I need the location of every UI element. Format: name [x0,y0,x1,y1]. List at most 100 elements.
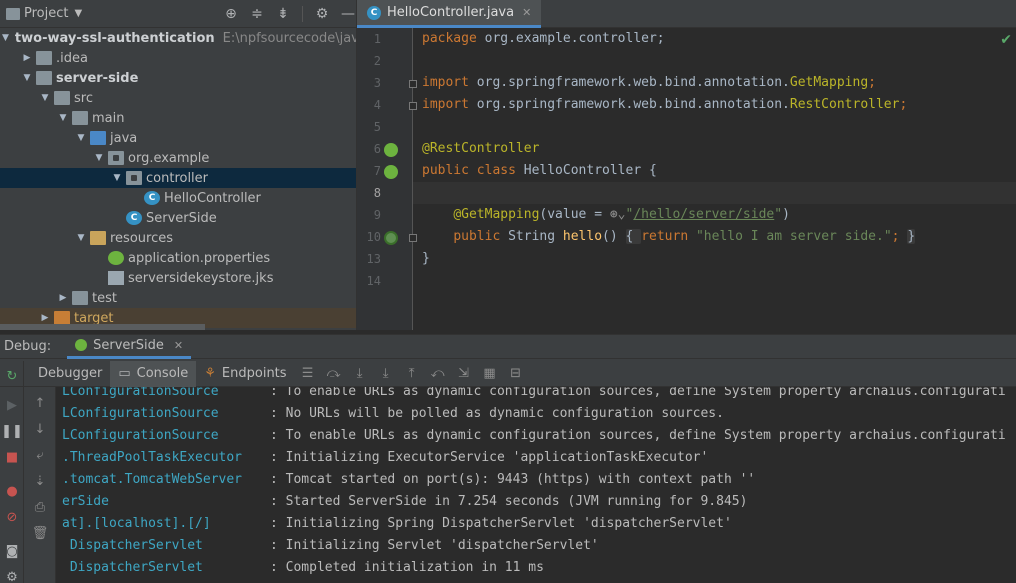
chevron-down-icon[interactable]: ▼ [92,153,106,163]
chevron-down-icon[interactable]: ▼ [74,233,88,243]
locate-icon[interactable]: ⊕ [222,5,240,23]
debugger-tab-label: Debugger [38,366,103,381]
chevron-down-icon[interactable]: ▼ [38,93,52,103]
fold-marker-icon[interactable] [409,80,417,88]
collapse-all-icon[interactable]: ⇟ [274,5,292,23]
trash-icon[interactable]: 🗑 [32,525,49,541]
step-over-icon[interactable]: ⤼ [326,366,342,382]
tree-item-label: java [110,130,138,146]
step-out-icon[interactable]: ⤒ [404,366,420,382]
chevron-right-icon[interactable]: ▶ [20,53,34,63]
tree-item[interactable]: C HelloController [0,188,356,208]
settings-icon[interactable]: ⚙ [4,569,20,583]
debug-left-toolbar: ↻ ▶ ❚❚ ■ ● ⊘ ◙ ⚙ [0,361,24,583]
view-breakpoints-icon[interactable]: ● [4,483,20,499]
chevron-right-icon[interactable]: ▶ [56,293,70,303]
tree-item-label: controller [146,170,209,186]
editor-tab[interactable]: C HelloController.java ✕ [357,0,542,28]
tree-item[interactable]: ▼ main [0,108,356,128]
line-number: 13 [366,252,381,266]
tree-item[interactable]: ▶ test [0,288,356,308]
tree-item[interactable]: C ServerSide [0,208,356,228]
step-into-icon[interactable]: ⤓ [352,366,368,382]
tree-item-label: main [92,110,125,126]
folder-icon [72,111,88,125]
code-line: import org.springframework.web.bind.anno… [422,75,876,90]
spring-properties-icon [108,251,124,265]
evaluate-expression-icon[interactable]: ▦ [482,366,498,382]
spring-bean-gutter-icon[interactable] [384,143,398,157]
line-number: 3 [373,76,381,90]
code-line: } [422,251,430,266]
tree-item[interactable]: ▼ server-side [0,68,356,88]
force-step-into-icon[interactable]: ⤓ [378,366,394,382]
gear-icon[interactable]: ⚙ [313,5,331,23]
up-arrow-icon[interactable]: ↑ [32,395,48,411]
project-panel-title[interactable]: Project [24,6,68,21]
expand-all-icon[interactable]: ≑ [248,5,266,23]
run-to-cursor-icon[interactable]: ⇲ [456,366,472,382]
endpoints-tab[interactable]: ⚘ Endpoints [196,361,294,387]
console-output[interactable]: LConfigurationSource: To enable URLs as … [56,387,1016,583]
web-link-icon[interactable]: ⊛⌄ [610,207,626,222]
file-icon [108,271,124,285]
spring-boot-icon [75,339,88,351]
tree-item[interactable]: ▶ .idea [0,48,356,68]
debug-label: Debug: [4,339,52,354]
tree-item-label: server-side [56,70,139,86]
tree-item[interactable]: ▼ two-way-ssl-authentication E:\npfsourc… [0,28,356,48]
chevron-down-icon[interactable]: ▼ [110,173,124,183]
chevron-down-icon[interactable]: ▼ [74,133,88,143]
code-line: package org.example.controller; [422,31,665,46]
chevron-right-icon[interactable]: ▶ [38,313,52,323]
soft-wrap-icon[interactable]: ⤶ [32,447,48,463]
drop-frame-icon[interactable]: ⤺ [430,366,446,382]
debug-session-tab[interactable]: ServerSide ✕ [67,335,192,359]
tree-item[interactable]: ▼ src [0,88,356,108]
pause-icon[interactable]: ❚❚ [1,423,23,439]
spring-bean-gutter-icon[interactable] [384,165,398,179]
resume-icon[interactable]: ▶ [4,397,20,413]
request-mapping-gutter-icon[interactable] [384,231,398,245]
camera-icon[interactable]: ◙ [4,543,20,559]
tree-item[interactable]: application.properties [0,248,356,268]
trace-icon[interactable]: ⊟ [508,366,524,382]
class-icon: C [144,191,160,205]
line-number: 9 [373,208,381,222]
tree-item-label: resources [110,230,174,246]
console-tab-label: Console [136,366,189,381]
url-link[interactable]: /hello/server/side [633,207,774,222]
fold-marker-icon[interactable] [409,234,417,242]
scroll-to-end-icon[interactable]: ⇣ [32,473,48,489]
chevron-down-icon[interactable]: ▼ [20,73,34,83]
code-line: @RestController [422,141,540,156]
menu-icon[interactable]: ☰ [300,366,316,382]
tree-item[interactable]: ▼ org.example [0,148,356,168]
chevron-down-icon[interactable]: ▼ [56,113,70,123]
checkmark-icon: ✔ [1000,32,1012,48]
debug-toolbar: Debugger ▭ Console ⚘ Endpoints ☰ ⤼ ⤓ ⤓ ⤒… [0,360,1016,387]
tree-item[interactable]: ▼ resources [0,228,356,248]
close-icon[interactable]: ✕ [174,339,183,352]
stop-icon[interactable]: ■ [4,449,20,465]
tree-item[interactable]: ▼ java [0,128,356,148]
folder-icon [36,51,52,65]
horizontal-scrollbar[interactable] [0,324,205,330]
tree-item[interactable]: serversidekeystore.jks [0,268,356,288]
debugger-tab[interactable]: Debugger [24,361,110,387]
code-area[interactable]: package org.example.controller; import o… [413,28,1016,330]
down-arrow-icon[interactable]: ↓ [32,421,48,437]
chevron-down-icon[interactable]: ▼ [2,33,9,43]
chevron-down-icon[interactable]: ▼ [74,8,82,19]
fold-marker-icon[interactable] [409,102,417,110]
hide-panel-icon[interactable]: — [339,5,356,23]
endpoints-tab-label: Endpoints [221,366,287,381]
line-number: 2 [373,54,381,68]
mute-breakpoints-icon[interactable]: ⊘ [4,509,20,525]
tree-item[interactable]: ▼ controller [0,168,356,188]
console-tab[interactable]: ▭ Console [110,360,197,387]
editor-tab-label: HelloController.java [387,5,515,20]
close-icon[interactable]: ✕ [522,6,531,19]
current-line-highlight [413,182,1016,204]
print-icon[interactable]: ⎙ [32,499,48,515]
